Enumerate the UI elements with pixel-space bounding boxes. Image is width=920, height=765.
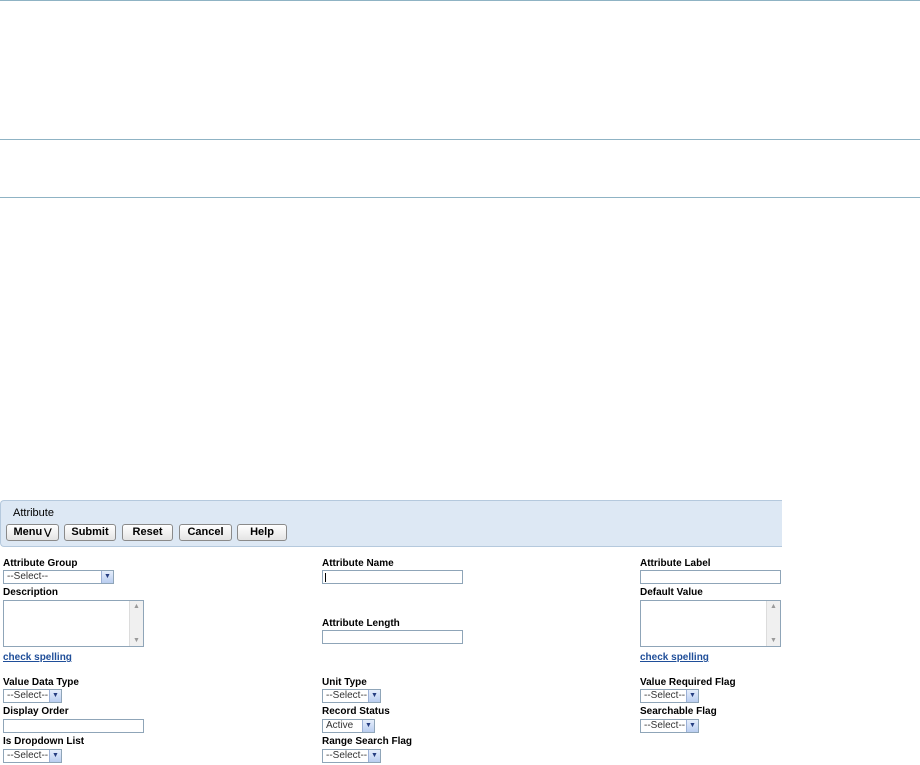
attribute-length-input[interactable]	[322, 630, 463, 644]
unit-type-value: --Select--	[326, 690, 368, 701]
header-divider	[0, 139, 920, 140]
value-required-flag-select[interactable]: --Select-- ▼	[640, 689, 699, 703]
value-data-type-select[interactable]: --Select-- ▼	[3, 689, 62, 703]
chevron-down-icon: ▼	[686, 690, 698, 702]
text-cursor	[325, 573, 326, 582]
is-dropdown-list-label: Is Dropdown List	[3, 736, 85, 747]
scroll-up-icon: ▲	[133, 603, 140, 610]
searchable-flag-value: --Select--	[644, 720, 686, 731]
chevron-down-icon: ▼	[368, 690, 380, 702]
is-dropdown-list-value: --Select--	[7, 750, 49, 761]
value-data-type-value: --Select--	[7, 690, 49, 701]
reset-button[interactable]: Reset	[122, 524, 173, 541]
scroll-down-icon: ▼	[133, 637, 140, 644]
default-value-textarea[interactable]: ▲ ▼	[640, 600, 781, 647]
top-divider	[0, 0, 920, 1]
chevron-down-icon: ▼	[101, 571, 113, 583]
value-data-type-label: Value Data Type	[3, 677, 79, 688]
check-spelling-link-right[interactable]: check spelling	[640, 652, 709, 663]
attribute-toolbar-panel: Attribute Menu ⋁ Submit Reset Cancel Help	[0, 500, 782, 547]
help-button[interactable]: Help	[237, 524, 287, 541]
record-status-value: Active	[326, 720, 354, 731]
unit-type-select[interactable]: --Select-- ▼	[322, 689, 381, 703]
attribute-length-label: Attribute Length	[322, 618, 400, 629]
description-scrollbar[interactable]: ▲ ▼	[129, 601, 143, 646]
record-status-select[interactable]: Active ▼	[322, 719, 375, 733]
panel-title: Attribute	[13, 507, 54, 519]
content-divider	[0, 197, 920, 198]
attribute-name-input[interactable]	[322, 570, 463, 584]
is-dropdown-list-select[interactable]: --Select-- ▼	[3, 749, 62, 763]
attribute-label-input[interactable]	[640, 570, 781, 584]
attribute-group-label: Attribute Group	[3, 558, 78, 569]
cancel-button[interactable]: Cancel	[179, 524, 232, 541]
unit-type-label: Unit Type	[322, 677, 367, 688]
double-down-caret-icon: ⋁	[44, 527, 52, 537]
description-label: Description	[3, 587, 59, 598]
chevron-down-icon: ▼	[368, 750, 380, 762]
range-search-flag-select[interactable]: --Select-- ▼	[322, 749, 381, 763]
attribute-group-select[interactable]: --Select-- ▼	[3, 570, 114, 584]
chevron-down-icon: ▼	[49, 750, 61, 762]
attribute-label-label: Attribute Label	[640, 558, 711, 569]
chevron-down-icon: ▼	[362, 720, 374, 732]
attribute-name-label: Attribute Name	[322, 558, 394, 569]
submit-button[interactable]: Submit	[64, 524, 116, 541]
value-required-flag-label: Value Required Flag	[640, 677, 736, 688]
display-order-label: Display Order	[3, 706, 69, 717]
searchable-flag-label: Searchable Flag	[640, 706, 717, 717]
range-search-flag-value: --Select--	[326, 750, 368, 761]
menu-button-label: Menu	[13, 526, 43, 538]
range-search-flag-label: Range Search Flag	[322, 736, 413, 747]
description-textarea[interactable]: ▲ ▼	[3, 600, 144, 647]
record-status-label: Record Status	[322, 706, 390, 717]
searchable-flag-select[interactable]: --Select-- ▼	[640, 719, 699, 733]
chevron-down-icon: ▼	[49, 690, 61, 702]
value-required-flag-value: --Select--	[644, 690, 686, 701]
scroll-down-icon: ▼	[770, 637, 777, 644]
display-order-input[interactable]	[3, 719, 144, 733]
default-value-scrollbar[interactable]: ▲ ▼	[766, 601, 780, 646]
menu-button[interactable]: Menu ⋁	[6, 524, 59, 541]
chevron-down-icon: ▼	[686, 720, 698, 732]
check-spelling-link-left[interactable]: check spelling	[3, 652, 72, 663]
scroll-up-icon: ▲	[770, 603, 777, 610]
attribute-group-value: --Select--	[7, 571, 49, 582]
default-value-label: Default Value	[640, 587, 703, 598]
